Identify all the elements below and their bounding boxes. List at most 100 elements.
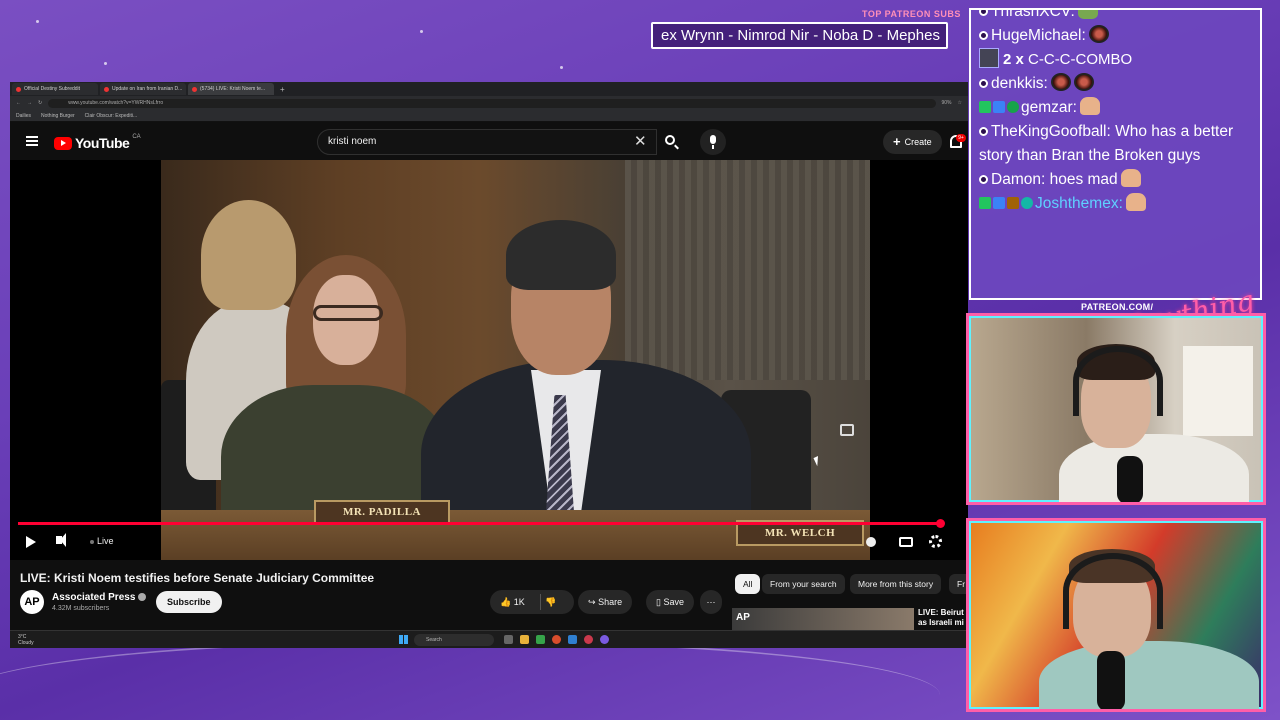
create-label: Create	[904, 137, 932, 147]
volume-icon[interactable]	[56, 533, 66, 547]
emote-icon	[1073, 73, 1094, 91]
captions-icon[interactable]	[899, 537, 913, 547]
progress-scrubber[interactable]	[936, 519, 945, 528]
chrome-icon[interactable]	[552, 635, 561, 644]
autoplay-icon[interactable]	[866, 537, 876, 547]
patreon-subs-label: TOP PATREON SUBS	[862, 9, 961, 19]
user-badge-icon	[979, 175, 988, 184]
search-input[interactable]: kristi noem	[317, 129, 657, 155]
emote-icon	[1088, 25, 1109, 43]
chip-all[interactable]: All	[735, 574, 761, 594]
bookmark-item[interactable]: Clair Obscur: Expediti...	[85, 113, 138, 119]
bookmark-item[interactable]: Dailies	[16, 113, 31, 119]
tab-title: (5734) LIVE: Kristi Noem te...	[200, 86, 266, 92]
browser-tab[interactable]: Update on Iran from Iranian D...	[100, 83, 186, 95]
recommendation-title-line: LIVE: Beirut	[918, 608, 964, 617]
sub-badge-icon	[1021, 197, 1033, 209]
chip-more-from-this-story[interactable]: More from this story	[850, 574, 942, 594]
webcam-bottom	[966, 518, 1266, 712]
user-badge-icon	[979, 31, 988, 40]
settings-gear-icon[interactable]	[929, 535, 942, 548]
youtube-wordmark: YouTube	[75, 135, 130, 151]
verified-icon	[138, 593, 147, 602]
ap-logo: AP	[736, 612, 750, 623]
browser-tab[interactable]: Official Destiny Subreddit	[12, 83, 98, 95]
reload-icon[interactable]: ↻	[38, 100, 42, 106]
webcam-top	[966, 313, 1266, 505]
sub-badge-icon	[979, 101, 991, 113]
background-star	[560, 66, 563, 69]
emote-icon	[1125, 193, 1146, 211]
app-icon[interactable]	[568, 635, 577, 644]
sub-badge-icon	[1007, 197, 1019, 209]
weather-widget[interactable]: 3°C Cloudy	[18, 634, 34, 646]
discord-icon[interactable]	[600, 635, 609, 644]
video-progress-bar[interactable]	[18, 522, 944, 525]
new-tab-icon[interactable]: +	[276, 85, 285, 94]
chat-message: TheKingGoofball: Who has a better story …	[979, 120, 1252, 168]
bookmark-icon: ▯	[656, 597, 661, 607]
file-explorer-icon[interactable]	[520, 635, 529, 644]
recommendation-title[interactable]: LIVE: Beirut as Israeli mi	[918, 608, 968, 628]
forward-icon[interactable]: →	[27, 100, 32, 106]
app-icon[interactable]	[584, 635, 593, 644]
miniplayer-icon[interactable]	[840, 424, 854, 436]
nameplate: MR. PADILLA	[314, 500, 450, 524]
zoom-level[interactable]: 90%	[942, 100, 952, 106]
tab-title: Update on Iran from Iranian D...	[112, 86, 183, 92]
subscriber-count: 4.32M subscribers	[52, 605, 110, 612]
microphone-icon	[1097, 651, 1125, 709]
taskview-icon[interactable]	[504, 635, 513, 644]
sub-badge-icon	[979, 197, 991, 209]
person	[506, 220, 616, 290]
more-actions-icon[interactable]: ⋯	[700, 590, 722, 614]
back-icon[interactable]: ←	[16, 100, 21, 106]
youtube-header: YouTube CA kristi noem ✕ + Create	[10, 124, 968, 160]
chat-combo: 2 x C-C-C-COMBO	[979, 48, 1252, 72]
subscribe-button[interactable]: Subscribe	[156, 591, 222, 613]
address-bar[interactable]: www.youtube.com/watch?v=YWRHNsLfrro	[48, 98, 936, 108]
search-button[interactable]	[657, 129, 687, 155]
app-icon[interactable]	[536, 635, 545, 644]
youtube-logo[interactable]: YouTube CA	[54, 134, 141, 151]
live-dot-icon	[90, 539, 94, 544]
chip-from-your-search[interactable]: From your search	[762, 574, 845, 594]
sub-badge-icon	[993, 101, 1005, 113]
browser-tab-active[interactable]: (5734) LIVE: Kristi Noem te...	[188, 83, 274, 95]
microphone-icon	[1117, 456, 1143, 502]
taskbar-search[interactable]: Search	[414, 634, 494, 646]
chat-message: Joshthemex:	[979, 192, 1252, 216]
like-button[interactable]: 👍 1K	[500, 597, 525, 607]
channel-name[interactable]: Associated Press	[52, 592, 147, 603]
voice-search-icon[interactable]	[700, 129, 726, 155]
windows-start-icon[interactable]	[399, 635, 408, 644]
recommendation-thumbnail[interactable]: AP	[732, 608, 914, 630]
channel-avatar[interactable]: AP	[20, 590, 44, 614]
chat-username: Damon:	[991, 171, 1046, 188]
video-title: LIVE: Kristi Noem testifies before Senat…	[20, 571, 375, 585]
play-icon[interactable]	[26, 536, 36, 548]
share-button[interactable]: ↪ Share	[578, 590, 633, 614]
chat-username: denkkis:	[991, 75, 1048, 92]
dislike-icon[interactable]: 👎	[545, 597, 556, 607]
person-shirt	[1039, 641, 1259, 709]
user-badge-icon	[979, 10, 988, 16]
video-player[interactable]: MR. PADILLA MR. WELCH	[10, 160, 968, 560]
bookmark-star-icon[interactable]: ☆	[958, 100, 962, 106]
live-indicator[interactable]: Live	[90, 536, 114, 546]
save-button[interactable]: ▯ Save	[646, 590, 694, 614]
create-button[interactable]: + Create	[883, 130, 942, 154]
combo-text: C-C-C-COMBO	[1028, 51, 1133, 68]
browser-tab-bar: Official Destiny Subreddit Update on Ira…	[10, 82, 968, 96]
chat-message: denkkis:	[979, 72, 1252, 96]
sub-badge-icon	[993, 197, 1005, 209]
background-wave	[0, 640, 940, 720]
bookmark-item[interactable]: Nothing Burger	[41, 113, 75, 119]
clear-search-icon[interactable]: ✕	[634, 132, 647, 150]
video-frame: MR. PADILLA MR. WELCH	[161, 160, 870, 560]
save-label: Save	[663, 597, 684, 607]
combo-avatar-icon	[979, 48, 999, 68]
recommendation-title-line: as Israeli mi	[918, 618, 964, 627]
menu-icon[interactable]	[26, 136, 38, 146]
chat-username: HugeMichael:	[991, 27, 1086, 44]
